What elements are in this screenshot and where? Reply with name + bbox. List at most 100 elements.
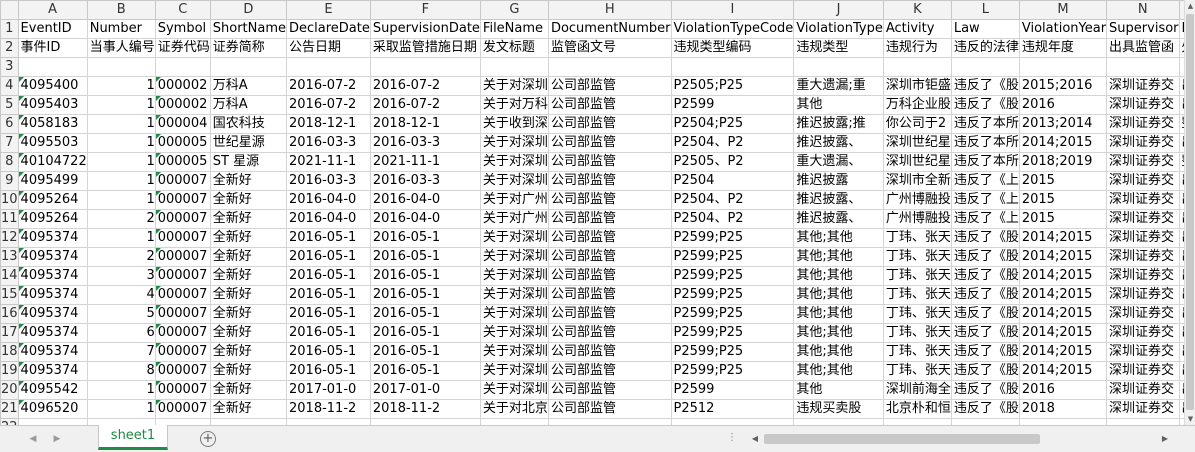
cell-G[interactable]: 关于对深圳 [479,266,549,286]
cell-E[interactable]: 2018-11-2 [286,399,371,419]
cell-F[interactable]: 2016-07-2 [369,95,481,115]
cell-I[interactable]: P2505;P25 [670,76,795,96]
cell-N[interactable]: 深圳证券交 [1106,95,1180,115]
cell-C[interactable]: 000002 [154,95,211,115]
cell-I[interactable]: P2599;P25 [670,247,795,267]
cell-H[interactable]: 公司部监管 [547,133,672,153]
cell-F[interactable]: 2016-05-1 [369,361,481,381]
column-header-H[interactable]: H [547,0,672,20]
cell-J[interactable]: 推迟披露、 [793,209,884,229]
cell-N[interactable]: 出具监管函 [1106,38,1180,58]
cell-N[interactable]: 深圳证券交 [1106,266,1180,286]
next-sheet-icon[interactable]: ▶ [50,432,64,446]
row-header[interactable]: 19 [0,361,19,381]
cell-G[interactable]: 关于对广州 [479,190,549,210]
cell-D[interactable] [209,57,288,77]
cell-C[interactable]: 000007 [154,247,211,267]
cell-H[interactable]: 监管函文号 [547,38,672,58]
cell-G[interactable]: 关于对深圳 [479,76,549,96]
cell-G[interactable]: 关于对深圳 [479,323,549,343]
cell-L[interactable]: 违反了《股 [950,285,1020,305]
cell-G[interactable]: 关于对万科 [479,95,549,115]
cell-L[interactable]: 违反了本所 [950,152,1020,172]
cell-C[interactable] [154,57,211,77]
cell-K[interactable]: 丁玮、张天 [882,247,952,267]
cell-D[interactable]: 全新好 [209,228,288,248]
cell-H[interactable] [547,57,672,77]
select-all-corner[interactable] [0,0,19,20]
cell-J[interactable]: 其他;其他 [793,285,884,305]
cell-H[interactable]: 公司部监管 [547,190,672,210]
cell-D[interactable]: 全新好 [209,342,288,362]
cell-M[interactable]: 2014;2015 [1018,361,1108,381]
cell-B[interactable]: 3 [86,266,156,286]
cell-E[interactable]: 2016-03-3 [286,171,371,191]
cell-E[interactable]: 2016-04-0 [286,209,371,229]
cell-E[interactable]: 2021-11-1 [286,152,371,172]
cell-G[interactable]: 关于对深圳 [479,380,549,400]
cell-F[interactable]: 2016-05-1 [369,266,481,286]
cell-K[interactable] [882,57,952,77]
row-header[interactable]: 18 [0,342,19,362]
cell-N[interactable]: 深圳证券交 [1106,190,1180,210]
cell-N[interactable]: 深圳证券交 [1106,304,1180,324]
cell-N[interactable]: 深圳证券交 [1106,152,1180,172]
cell-J[interactable]: 其他;其他 [793,304,884,324]
cell-B[interactable]: 2 [86,247,156,267]
cell-L[interactable]: 违反了《上 [950,190,1020,210]
cell-J[interactable]: 违规类型 [793,38,884,58]
cell-A[interactable]: 4095503 [17,133,88,153]
cell-B[interactable]: 1 [86,228,156,248]
column-header-L[interactable]: L [950,0,1020,20]
cell-K[interactable]: 丁玮、张天 [882,361,952,381]
cell-C[interactable]: 000007 [154,285,211,305]
cell-H[interactable]: 公司部监管 [547,304,672,324]
cell-L[interactable]: 违反了《股 [950,247,1020,267]
cell-N[interactable]: 深圳证券交 [1106,209,1180,229]
cell-B[interactable]: 8 [86,361,156,381]
cell-E[interactable]: 2018-12-1 [286,114,371,134]
cell-A[interactable]: 4095374 [17,342,88,362]
cell-M[interactable]: 2015 [1018,171,1108,191]
cell-J[interactable]: 其他;其他 [793,323,884,343]
cell-D[interactable]: 全新好 [209,285,288,305]
cell-J[interactable]: 重大遗漏、 [793,152,884,172]
cell-F[interactable]: 2017-01-0 [369,380,481,400]
cell-B[interactable]: 1 [86,133,156,153]
cell-H[interactable]: DocumentNumber [547,19,672,39]
cell-M[interactable]: 违规年度 [1018,38,1108,58]
cell-L[interactable]: 违反了《股 [950,361,1020,381]
cell-I[interactable]: P2504 [670,171,795,191]
cell-A[interactable]: 4095542 [17,380,88,400]
vertical-scroll-thumb[interactable] [1186,14,1194,410]
cell-C[interactable]: 证券代码 [154,38,211,58]
cell-L[interactable]: 违反了本所 [950,114,1020,134]
cell-C[interactable]: 000007 [154,304,211,324]
cell-D[interactable]: 万科A [209,95,288,115]
row-header[interactable]: 15 [0,285,19,305]
row-header[interactable]: 11 [0,209,19,229]
cell-I[interactable]: P2504、P2 [670,133,795,153]
cell-N[interactable]: 深圳证券交 [1106,380,1180,400]
row-header[interactable]: 8 [0,152,19,172]
cell-M[interactable]: 2013;2014 [1018,114,1108,134]
cell-K[interactable]: 丁玮、张天 [882,342,952,362]
cell-L[interactable]: 违反了《股 [950,76,1020,96]
cell-F[interactable]: 2016-04-0 [369,190,481,210]
cell-E[interactable]: 2016-05-1 [286,228,371,248]
row-header[interactable]: 7 [0,133,19,153]
cell-A[interactable]: 4095374 [17,323,88,343]
cell-E[interactable]: 2016-05-1 [286,304,371,324]
horizontal-scrollbar[interactable]: ◀ ▶ [748,431,1172,447]
cell-D[interactable]: 全新好 [209,304,288,324]
cell-G[interactable]: 关于对广州 [479,209,549,229]
cell-F[interactable]: 2018-11-2 [369,399,481,419]
cell-E[interactable]: 2016-04-0 [286,190,371,210]
cell-L[interactable]: 违反了《股 [950,304,1020,324]
cell-G[interactable] [479,57,549,77]
cell-J[interactable]: 推迟披露;推 [793,114,884,134]
cell-E[interactable]: 2017-01-0 [286,380,371,400]
cell-I[interactable] [670,57,795,77]
cell-D[interactable]: 全新好 [209,380,288,400]
cell-M[interactable]: 2014;2015 [1018,342,1108,362]
